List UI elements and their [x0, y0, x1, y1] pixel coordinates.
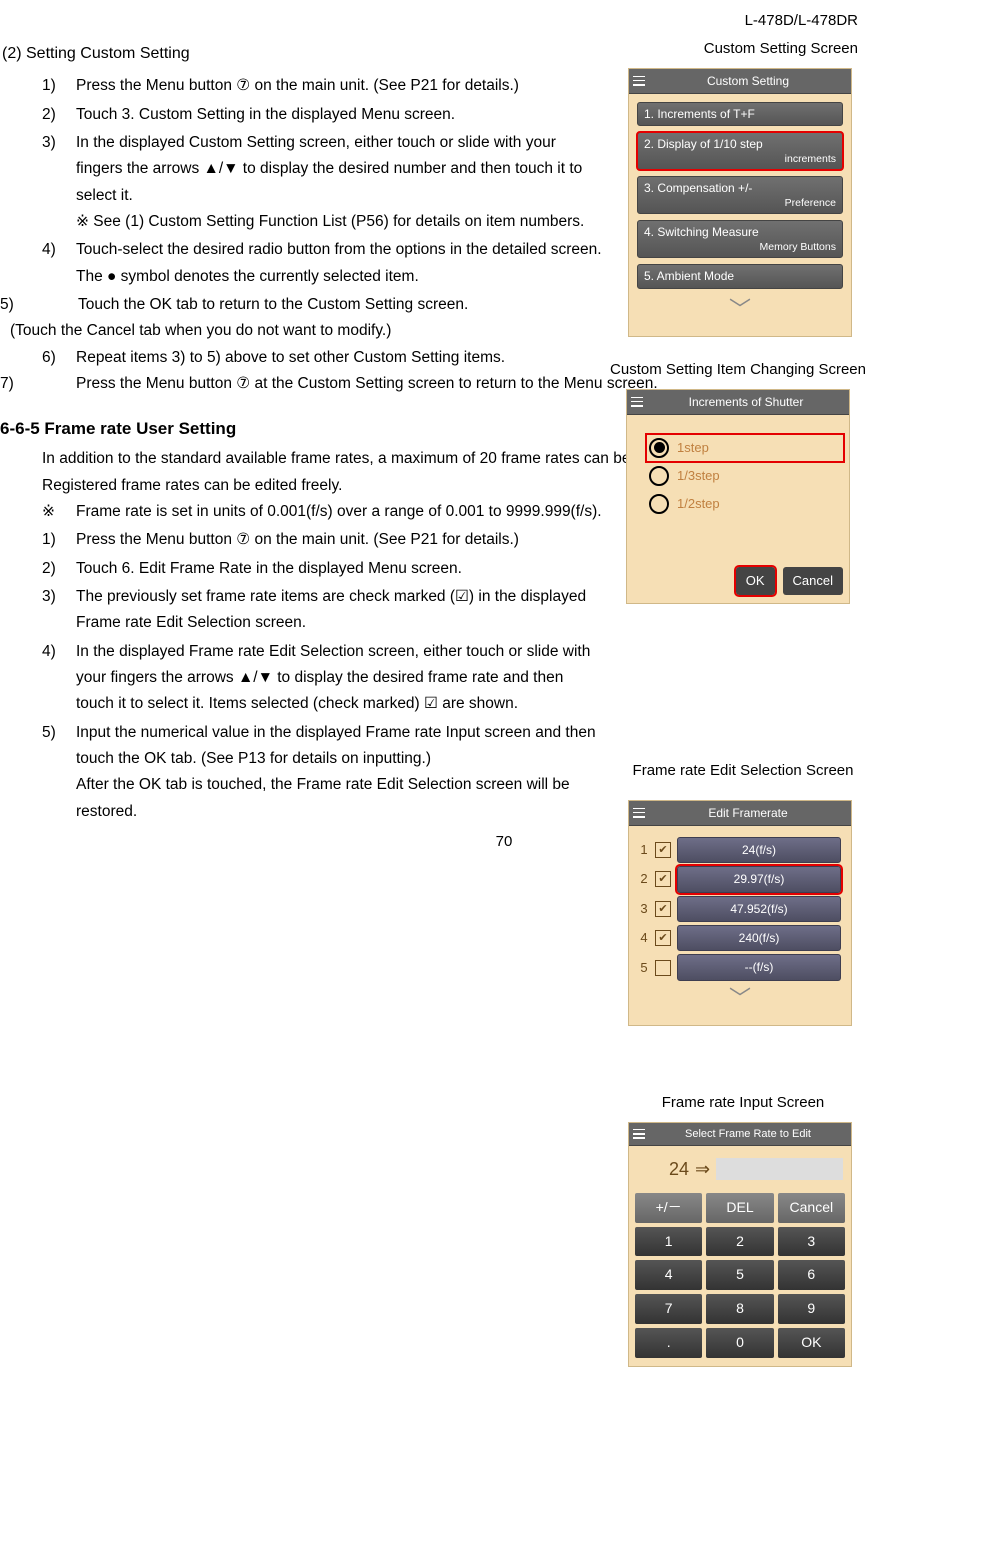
step-num: 6) [42, 345, 56, 371]
section-2-steps: 1) Press the Menu button ⑦ on the main un… [0, 73, 602, 290]
key-ok[interactable]: OK [778, 1328, 845, 1358]
device-title: Select Frame Rate to Edit [649, 1125, 847, 1144]
device-title: Increments of Shutter [647, 392, 845, 412]
arrow-right-icon: ⇒ [695, 1154, 710, 1185]
step-num: 5) [42, 720, 56, 746]
step-text: Repeat items 3) to 5) above to set other… [76, 349, 505, 366]
chevron-down-icon[interactable]: ﹀ [637, 291, 843, 328]
step-note: ※ See (1) Custom Setting Function List (… [76, 209, 602, 235]
framerate-row-5[interactable]: 5--(f/s) [639, 954, 841, 980]
step-text: Input the numerical value in the display… [76, 724, 596, 767]
framerate-edit-screenshot: Frame rate Edit Selection Screen Edit Fr… [628, 758, 858, 1026]
key-9[interactable]: 9 [778, 1294, 845, 1324]
current-value: 24 [637, 1154, 689, 1185]
step-num: 3) [42, 130, 56, 156]
key-1[interactable]: 1 [635, 1227, 702, 1257]
framerate-row-2[interactable]: 2✔29.97(f/s) [639, 866, 841, 892]
key-3[interactable]: 3 [778, 1227, 845, 1257]
hamburger-icon[interactable] [631, 397, 643, 407]
note-text: Frame rate is set in units of 0.001(f/s)… [76, 503, 602, 520]
step-text: In the displayed Custom Setting screen, … [76, 134, 582, 204]
manual-page: L-478D/L-478DR (2) Setting Custom Settin… [0, 0, 1008, 875]
radio-empty-icon [649, 466, 669, 486]
step-num: 1) [42, 527, 56, 553]
step-text-b: The ● symbol denotes the currently selec… [76, 264, 602, 290]
cs-item-2[interactable]: 2. Display of 1/10 stepincrements [637, 132, 843, 170]
key-5[interactable]: 5 [706, 1260, 773, 1290]
cs-item-5[interactable]: 5. Ambient Mode [637, 264, 843, 288]
key-plusminus[interactable]: +/－ [635, 1193, 702, 1223]
cs-item-4[interactable]: 4. Switching MeasureMemory Buttons [637, 220, 843, 258]
framerate-input-screenshot: Frame rate Input Screen Select Frame Rat… [628, 1090, 858, 1367]
key-6[interactable]: 6 [778, 1260, 845, 1290]
cs-item-1[interactable]: 1. Increments of T+F [637, 102, 843, 126]
screenshot-label: Frame rate Edit Selection Screen [628, 758, 858, 784]
hamburger-icon[interactable] [633, 1129, 645, 1139]
step-text: The previously set frame rate items are … [76, 588, 586, 631]
key-2[interactable]: 2 [706, 1227, 773, 1257]
screenshot-label: Custom Setting Screen [628, 36, 858, 62]
cs-item-3[interactable]: 3. Compensation +/-Preference [637, 176, 843, 214]
chevron-down-icon[interactable]: ﹀ [633, 980, 847, 1017]
step-num: 4) [42, 237, 56, 263]
checkbox-checked-icon[interactable]: ✔ [655, 842, 671, 858]
note-mark: ※ [42, 499, 55, 525]
step-num: 4) [42, 639, 56, 665]
step-text: Touch the OK tab to return to the Custom… [2, 292, 622, 318]
custom-setting-item-screenshot: Custom Setting Item Changing Screen Incr… [608, 357, 868, 604]
step-text: Touch-select the desired radio button fr… [76, 241, 602, 258]
step-text: In the displayed Frame rate Edit Selecti… [76, 643, 590, 713]
checkbox-checked-icon[interactable]: ✔ [655, 930, 671, 946]
hamburger-icon[interactable] [633, 76, 645, 86]
step-num: 2) [42, 102, 56, 128]
step-text: Touch 3. Custom Setting in the displayed… [76, 106, 455, 123]
step-text: Touch 6. Edit Frame Rate in the displaye… [76, 560, 462, 577]
checkbox-empty-icon[interactable] [655, 960, 671, 976]
input-field[interactable] [716, 1158, 843, 1180]
ok-button[interactable]: OK [736, 567, 775, 595]
checkbox-checked-icon[interactable]: ✔ [655, 901, 671, 917]
checkbox-checked-icon[interactable]: ✔ [655, 871, 671, 887]
radio-option-1step[interactable]: 1step [649, 437, 841, 459]
step-text: Press the Menu button ⑦ on the main unit… [76, 77, 519, 94]
step-text-b: After the OK tab is touched, the Frame r… [76, 772, 602, 825]
step-text: Press the Menu button ⑦ on the main unit… [76, 531, 519, 548]
model-header: L-478D/L-478DR [745, 8, 858, 34]
radio-filled-icon [649, 438, 669, 458]
keypad: +/－ DEL Cancel 1 2 3 4 5 6 7 8 9 . 0 OK [629, 1193, 851, 1366]
key-8[interactable]: 8 [706, 1294, 773, 1324]
custom-setting-screenshot: Custom Setting Screen Custom Setting 1. … [628, 36, 858, 337]
radio-empty-icon [649, 494, 669, 514]
key-7[interactable]: 7 [635, 1294, 702, 1324]
step-num: 1) [42, 73, 56, 99]
device-titlebar: Increments of Shutter [627, 390, 849, 415]
framerate-row-3[interactable]: 3✔47.952(f/s) [639, 896, 841, 922]
device-title: Custom Setting [649, 71, 847, 91]
screenshot-label: Frame rate Input Screen [628, 1090, 858, 1116]
device-titlebar: Edit Framerate [629, 801, 851, 826]
framerate-row-4[interactable]: 4✔240(f/s) [639, 925, 841, 951]
step-num: 5) [0, 292, 14, 318]
radio-option-third[interactable]: 1/3step [649, 465, 841, 487]
hamburger-icon[interactable] [633, 808, 645, 818]
screenshot-label: Custom Setting Item Changing Screen [608, 357, 868, 383]
key-dot[interactable]: . [635, 1328, 702, 1358]
key-4[interactable]: 4 [635, 1260, 702, 1290]
key-cancel[interactable]: Cancel [778, 1193, 845, 1223]
device-titlebar: Custom Setting [629, 69, 851, 94]
cancel-button[interactable]: Cancel [783, 567, 843, 595]
radio-option-half[interactable]: 1/2step [649, 493, 841, 515]
device-title: Edit Framerate [649, 803, 847, 823]
step-num: 2) [42, 556, 56, 582]
step-num: 3) [42, 584, 56, 610]
key-0[interactable]: 0 [706, 1328, 773, 1358]
key-del[interactable]: DEL [706, 1193, 773, 1223]
framerate-row-1[interactable]: 1✔24(f/s) [639, 837, 841, 863]
device-titlebar: Select Frame Rate to Edit [629, 1123, 851, 1147]
step-num: 7) [0, 371, 14, 397]
